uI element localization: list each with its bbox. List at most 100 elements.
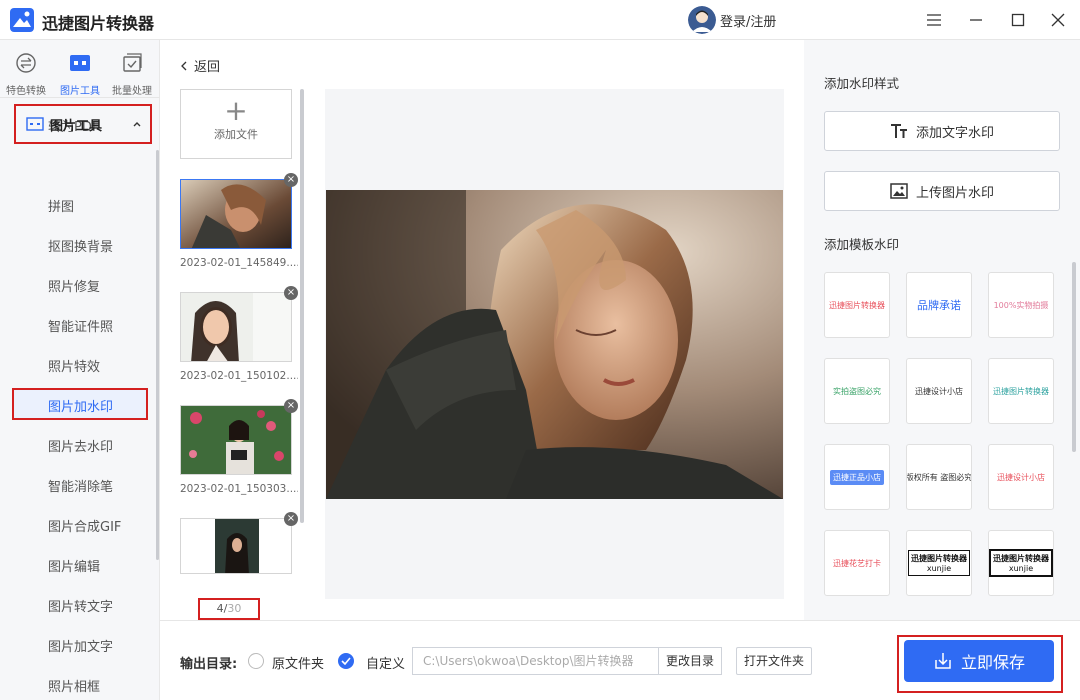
minimize-icon[interactable] [964, 8, 988, 32]
image-preview-area [325, 89, 784, 599]
user-avatar[interactable] [688, 6, 716, 34]
text-watermark-label: 添加文字水印 [915, 125, 994, 141]
template-watermark[interactable]: 版权所有 盗图必究 [906, 444, 972, 510]
save-icon [933, 651, 953, 671]
sidebar-item[interactable]: 图片编辑 [48, 556, 100, 575]
text-icon [890, 123, 908, 139]
chevron-up-icon[interactable] [132, 120, 142, 128]
chevron-left-icon [180, 60, 188, 75]
sidebar-scrollbar[interactable] [156, 150, 159, 560]
add-text-watermark-button[interactable]: 添加文字水印 [824, 111, 1060, 151]
template-text: 迅捷图片转换器 [993, 554, 1049, 563]
sidebar-item[interactable]: 抠图换背景 [48, 236, 113, 255]
sidebar-item-add-watermark[interactable]: 图片加水印 [48, 396, 113, 415]
plus-icon: + [224, 94, 248, 127]
title-bar: 迅捷图片转换器 登录/注册 [0, 0, 1080, 40]
template-watermark[interactable]: 迅捷图片转换器 xunjie [988, 530, 1054, 596]
preview-image[interactable] [326, 190, 783, 499]
maximize-icon[interactable] [1006, 8, 1030, 32]
template-text: 迅捷图片转换器 [829, 300, 885, 310]
sidebar-item[interactable]: 拼图 [48, 196, 74, 215]
file-name: 2023-02-01_145849.... [180, 257, 298, 269]
template-scrollbar[interactable] [1072, 262, 1076, 452]
tab-batch[interactable]: 批量处理 [106, 52, 158, 97]
upload-image-watermark-button[interactable]: 上传图片水印 [824, 171, 1060, 211]
tab-image-tools[interactable]: 图片工具 [54, 52, 106, 97]
top-nav: 特色转换 图片工具 批量处理 [0, 40, 160, 98]
radio-custom-folder[interactable] [338, 653, 354, 669]
tab-label: 图片工具 [60, 86, 100, 97]
close-icon[interactable] [1046, 8, 1070, 32]
custom-folder-label[interactable]: 自定义 [366, 653, 405, 672]
login-link[interactable]: 登录/注册 [720, 11, 776, 30]
template-text: 迅捷花艺打卡 [833, 558, 881, 568]
sidebar-item[interactable]: 图片合成GIF [48, 516, 121, 535]
remove-file-icon[interactable]: × [284, 286, 298, 300]
file-thumbnail[interactable] [180, 292, 292, 362]
template-text: 迅捷图片转换器 [911, 554, 967, 563]
template-watermark[interactable]: 迅捷花艺打卡 [824, 530, 890, 596]
template-text: 版权所有 盗图必究 [906, 472, 972, 482]
remove-file-icon[interactable]: × [284, 399, 298, 413]
sidebar-item[interactable]: 照片修复 [48, 276, 100, 295]
remove-file-icon[interactable]: × [284, 173, 298, 187]
back-button[interactable]: 返回 [180, 56, 220, 75]
file-list-scrollbar[interactable] [300, 89, 304, 523]
template-text: 实拍盗图必究 [833, 386, 881, 396]
file-name: 2023-02-01_150303.... [180, 483, 298, 495]
image-watermark-label: 上传图片水印 [915, 185, 994, 201]
template-text: 迅捷正品小店 [830, 469, 884, 485]
counter-current: 4 [216, 602, 224, 615]
template-text: 100%实物拍摄 [993, 300, 1049, 310]
back-label: 返回 [194, 60, 221, 75]
output-path-field[interactable]: C:\Users\okwoa\Desktop\图片转换器 [412, 647, 658, 675]
template-text: 品牌承诺 [917, 299, 961, 312]
sidebar-item[interactable]: 图片转文字 [48, 596, 113, 615]
batch-icon [123, 53, 142, 72]
template-watermark[interactable]: 品牌承诺 [906, 272, 972, 338]
original-folder-label[interactable]: 原文件夹 [272, 653, 324, 672]
image-icon [890, 183, 908, 199]
template-watermark[interactable]: 迅捷正品小店 [824, 444, 890, 510]
add-file-button[interactable]: + 添加文件 [180, 89, 292, 159]
template-watermark[interactable]: 迅捷图片转换器 [824, 272, 890, 338]
open-folder-button[interactable]: 打开文件夹 [736, 647, 812, 675]
sidebar-item[interactable]: 照片特效 [48, 356, 100, 375]
template-watermark[interactable]: 迅捷设计小店 [906, 358, 972, 424]
file-thumbnail[interactable] [180, 518, 292, 574]
file-name: 2023-02-01_150102.... [180, 370, 298, 382]
tab-label: 特色转换 [6, 86, 46, 97]
check-icon [341, 657, 351, 665]
template-watermark[interactable]: 100%实物拍摄 [988, 272, 1054, 338]
sidebar-item[interactable]: 智能证件照 [48, 316, 113, 335]
template-watermark-title: 添加模板水印 [824, 237, 900, 252]
remove-file-icon[interactable]: × [284, 512, 298, 526]
tab-feature-convert[interactable]: 特色转换 [0, 52, 52, 97]
page-counter: 4/30 [198, 598, 260, 620]
app-logo-icon [10, 8, 34, 32]
watermark-style-title: 添加水印样式 [824, 76, 900, 91]
template-watermark[interactable]: 迅捷图片转换器 xunjie [906, 530, 972, 596]
output-dir-label: 输出目录: [180, 657, 238, 672]
template-watermark[interactable]: 迅捷设计小店 [988, 444, 1054, 510]
add-file-label: 添加文件 [214, 128, 258, 141]
file-thumbnail[interactable] [180, 405, 292, 475]
sidebar-item[interactable]: 照片相框 [48, 676, 100, 695]
group-label: 图片工具 [50, 118, 103, 134]
template-text: 迅捷设计小店 [915, 386, 963, 396]
save-now-button[interactable]: 立即保存 [904, 640, 1054, 682]
sidebar-item[interactable]: 图片加文字 [48, 636, 113, 655]
app-title: 迅捷图片转换器 [42, 14, 155, 33]
sidebar-item[interactable]: 图片去水印 [48, 436, 113, 455]
template-subtext: xunjie [926, 564, 952, 573]
template-watermark[interactable]: 迅捷图片转换器 [988, 358, 1054, 424]
menu-icon[interactable] [922, 8, 946, 32]
template-text: 迅捷设计小店 [997, 472, 1045, 482]
radio-original-folder[interactable] [248, 653, 264, 669]
template-text: 迅捷图片转换器 [993, 386, 1049, 396]
sidebar-item[interactable]: 智能消除笔 [48, 476, 113, 495]
change-dir-button[interactable]: 更改目录 [658, 647, 722, 675]
template-watermark[interactable]: 实拍盗图必究 [824, 358, 890, 424]
sidebar-group-image-tools[interactable]: 图片工具 [14, 104, 152, 144]
file-thumbnail[interactable] [180, 179, 292, 249]
